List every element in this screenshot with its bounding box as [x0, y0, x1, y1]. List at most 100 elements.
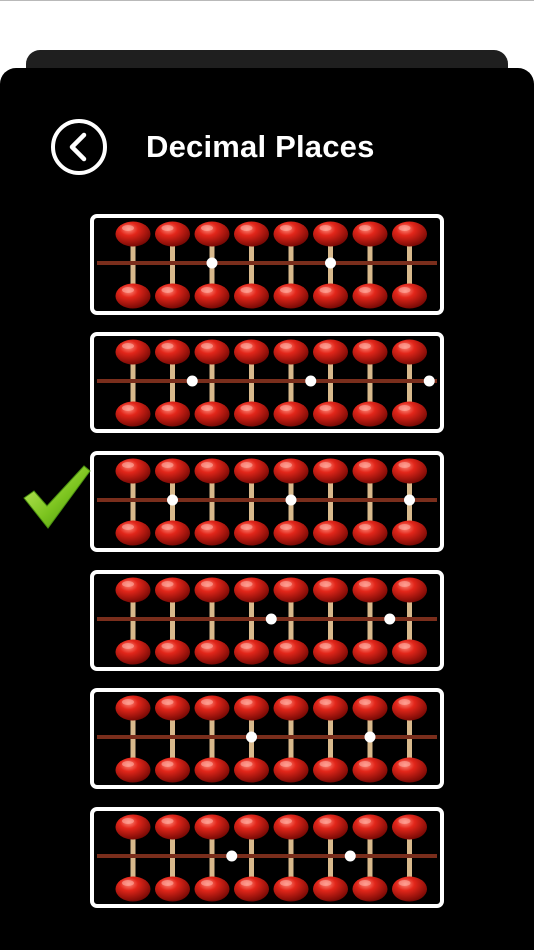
bead-bottom	[273, 876, 309, 902]
bead-bottom	[234, 520, 269, 546]
bead-top	[352, 577, 388, 603]
abacus-icon	[97, 221, 437, 309]
bead-bottom	[352, 639, 388, 665]
decimal-dot	[305, 375, 317, 387]
bead-top	[313, 577, 348, 603]
bead-bottom	[194, 401, 230, 427]
bead-top	[234, 221, 269, 247]
decimal-dot	[423, 375, 435, 387]
bead-bottom	[313, 639, 348, 665]
chevron-left-icon	[69, 132, 87, 162]
decimal-dot	[364, 731, 376, 743]
bead-top	[155, 695, 190, 721]
bead-bottom	[392, 401, 427, 427]
abacus-icon	[97, 695, 437, 783]
bead-top	[352, 458, 388, 484]
bead-top	[194, 339, 230, 365]
bead-top	[155, 577, 190, 603]
bead-top	[273, 695, 309, 721]
bead-bottom	[155, 876, 190, 902]
bead-top	[392, 339, 427, 365]
decimal-dot	[206, 257, 218, 269]
decimal-dot	[226, 850, 238, 862]
bead-top	[115, 814, 151, 840]
bead-bottom	[194, 520, 230, 546]
bead-bottom	[155, 401, 190, 427]
bead-top	[155, 339, 190, 365]
bead-top	[194, 814, 230, 840]
bead-top	[273, 458, 309, 484]
bead-top	[313, 221, 348, 247]
bead-bottom	[352, 876, 388, 902]
bead-top	[273, 339, 309, 365]
bead-bottom	[234, 876, 269, 902]
bead-top	[115, 458, 151, 484]
decimal-dot	[384, 613, 396, 625]
decimal-dot	[186, 375, 198, 387]
decimal-dot	[285, 494, 297, 506]
decimal-option-6[interactable]	[90, 807, 444, 908]
bead-bottom	[313, 520, 348, 546]
bead-top	[352, 221, 388, 247]
bead-bottom	[115, 639, 151, 665]
decimal-option-2[interactable]	[90, 332, 444, 433]
bead-bottom	[392, 520, 427, 546]
bead-top	[313, 458, 348, 484]
bead-top	[115, 577, 151, 603]
bead-top	[234, 458, 269, 484]
decimal-option-3[interactable]	[90, 451, 444, 552]
bead-bottom	[392, 639, 427, 665]
status-bar-divider	[0, 0, 534, 1]
decimal-option-5[interactable]	[90, 688, 444, 789]
bead-bottom	[194, 639, 230, 665]
bead-bottom	[115, 876, 151, 902]
bead-bottom	[392, 283, 427, 309]
abacus-icon	[97, 339, 437, 427]
bead-bottom	[155, 520, 190, 546]
bead-top	[392, 695, 427, 721]
bead-bottom	[234, 283, 269, 309]
bead-bottom	[273, 520, 309, 546]
bead-top	[194, 221, 230, 247]
bead-top	[392, 221, 427, 247]
bead-top	[115, 695, 151, 721]
bead-bottom	[273, 639, 309, 665]
bead-top	[155, 221, 190, 247]
bead-top	[115, 339, 151, 365]
bead-bottom	[115, 401, 151, 427]
decimal-option-4[interactable]	[90, 570, 444, 671]
bead-bottom	[115, 757, 151, 783]
abacus-icon	[97, 577, 437, 665]
bead-bottom	[273, 401, 309, 427]
bead-top	[234, 339, 269, 365]
bead-top	[194, 695, 230, 721]
bead-bottom	[352, 401, 388, 427]
abacus-icon	[97, 814, 437, 902]
bead-top	[392, 814, 427, 840]
bead-top	[313, 339, 348, 365]
bead-top	[194, 458, 230, 484]
decimal-dot	[404, 494, 415, 506]
bead-top	[352, 814, 388, 840]
back-button[interactable]	[51, 119, 107, 175]
checkmark-icon	[23, 465, 91, 529]
bead-top	[273, 577, 309, 603]
bead-top	[352, 695, 388, 721]
bead-top	[352, 339, 388, 365]
bead-top	[234, 814, 269, 840]
decimal-option-1[interactable]	[90, 214, 444, 315]
decimal-dot	[167, 494, 178, 506]
bead-top	[155, 458, 190, 484]
bead-top	[273, 221, 309, 247]
bead-bottom	[155, 757, 190, 783]
bead-top	[234, 695, 269, 721]
bead-bottom	[194, 757, 230, 783]
bead-top	[313, 695, 348, 721]
bead-bottom	[115, 520, 151, 546]
bead-bottom	[115, 283, 151, 309]
bead-top	[313, 814, 348, 840]
bead-top	[234, 577, 269, 603]
bead-top	[392, 458, 427, 484]
page-title: Decimal Places	[146, 129, 375, 164]
bead-bottom	[234, 757, 269, 783]
